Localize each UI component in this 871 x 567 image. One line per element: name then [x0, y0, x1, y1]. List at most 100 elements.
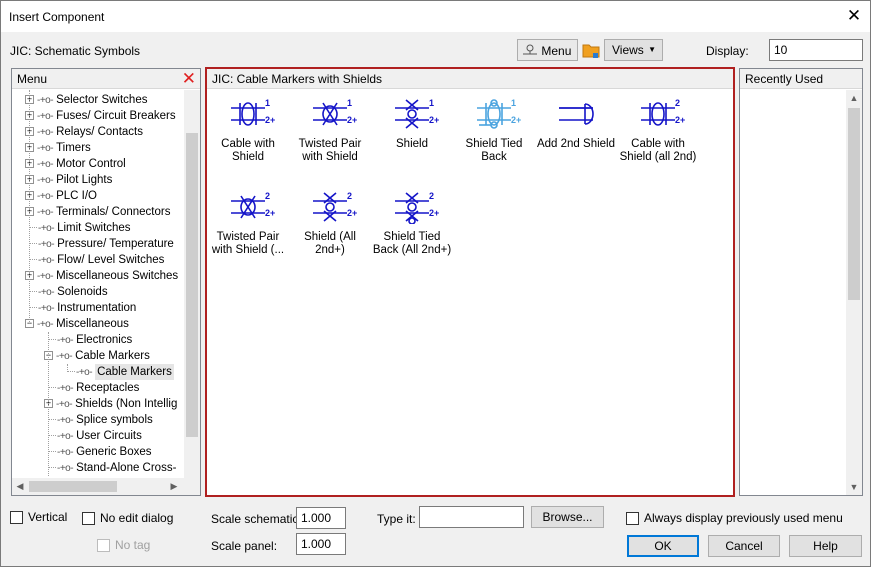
symbol-tile[interactable]: 1 2+ Twisted Pair with Shield	[290, 97, 370, 164]
vertical-checkbox[interactable]: Vertical	[10, 510, 67, 524]
menu-button[interactable]: Menu	[517, 39, 578, 61]
cable-marker-icon: 1 2+	[477, 98, 521, 129]
tree-item[interactable]: − -+o- Miscellaneous	[25, 316, 129, 332]
symbol-node-icon: -+o-	[56, 399, 73, 410]
symbol-node-icon: -+o-	[38, 223, 55, 234]
no-edit-dialog-box[interactable]	[82, 511, 95, 525]
tree-item-label: Timers	[56, 142, 91, 154]
help-button[interactable]: Help	[789, 535, 862, 557]
conductor-number-bottom: 2+	[675, 115, 685, 125]
scroll-left-icon[interactable]: ◀	[12, 481, 28, 492]
browse-button[interactable]: Browse...	[531, 506, 604, 528]
cancel-button[interactable]: Cancel	[708, 535, 780, 557]
scroll-down-icon[interactable]: ▼	[846, 482, 862, 492]
scale-schematic-input[interactable]: 1.000	[296, 507, 346, 529]
recent-vertical-scrollbar[interactable]: ▲ ▼	[846, 90, 862, 495]
symbol-caption: Shield (All 2nd+)	[290, 231, 370, 257]
tree-item[interactable]: -+o- Cable Markers	[67, 364, 174, 380]
symbol-tile[interactable]: 1 2+ Cable with Shield	[208, 97, 288, 164]
tree-item[interactable]: -+o- Stand-Alone Cross-	[48, 460, 176, 476]
tree-item[interactable]: + -+o- Relays/ Contacts	[25, 124, 143, 140]
conductor-number-top: 2	[265, 191, 270, 201]
cable-marker-icon: 2 2+	[641, 98, 685, 126]
tree-item[interactable]: -+o- Splice symbols	[48, 412, 153, 428]
folder-icon[interactable]	[581, 39, 601, 61]
tree-item-label: Shields (Non Intellig	[75, 398, 178, 410]
symbol-caption: Add 2nd Shield	[536, 138, 616, 151]
symbol-node-icon: -+o-	[37, 271, 54, 282]
tree-item-label: Flow/ Level Switches	[57, 254, 165, 266]
symbol-caption-line1: Add 2nd Shield	[536, 138, 615, 150]
symbol-tile[interactable]: 2 2+ Twisted Pair with Shield (...	[208, 190, 288, 257]
tree-item[interactable]: -+o- Instrumentation	[29, 300, 136, 316]
tree-item[interactable]: + -+o- Terminals/ Connectors	[25, 204, 170, 220]
tree-item[interactable]: -+o- User Circuits	[48, 428, 142, 444]
tree-item[interactable]: + -+o- Timers	[25, 140, 91, 156]
vertical-checkbox-box[interactable]	[10, 510, 23, 524]
tree-item[interactable]: + -+o- Fuses/ Circuit Breakers	[25, 108, 176, 124]
menu-button-label: Menu	[541, 43, 572, 58]
symbol-tile[interactable]: 2 2+ Shield Tied Back (All 2nd+)	[372, 190, 452, 257]
symbol-tile[interactable]: 1 2+ Shield	[372, 97, 452, 151]
symbol-tile[interactable]: 2 2+ Cable with Shield (all 2nd)	[618, 97, 698, 164]
tree-item[interactable]: -+o- Solenoids	[29, 284, 108, 300]
tree-item[interactable]: + -+o- PLC I/O	[25, 188, 97, 204]
no-edit-dialog-label: No edit dialog	[100, 511, 174, 525]
scroll-right-icon[interactable]: ▶	[166, 481, 182, 492]
tree-item[interactable]: -+o- Receptacles	[48, 380, 139, 396]
symbol-node-icon: -+o-	[38, 303, 55, 314]
symbol-tile[interactable]: 2 2+ Shield (All 2nd+)	[290, 190, 370, 257]
symbol-node-icon: -+o-	[37, 175, 54, 186]
close-menu-icon[interactable]: ✕	[182, 69, 196, 89]
always-display-label: Always display previously used menu	[644, 511, 843, 525]
cable-marker-icon: 1 2+	[313, 98, 357, 126]
tree-vertical-scrollbar[interactable]	[184, 90, 200, 478]
tree-item[interactable]: -+o- Limit Switches	[29, 220, 131, 236]
symbol-caption-line2: with Shield	[302, 151, 358, 163]
tree-hscroll-thumb[interactable]	[29, 481, 117, 492]
symbol-caption: Cable with Shield (all 2nd)	[618, 138, 698, 164]
type-it-input[interactable]	[419, 506, 524, 528]
scale-panel-input[interactable]: 1.000	[296, 533, 346, 555]
symbol-node-icon: -+o-	[56, 351, 73, 362]
always-display-checkbox[interactable]: Always display previously used menu	[626, 511, 843, 525]
scroll-up-icon[interactable]: ▲	[846, 93, 862, 103]
conductor-number-bottom: 2+	[429, 208, 439, 218]
recent-scroll-thumb[interactable]	[848, 108, 860, 300]
no-edit-dialog-checkbox[interactable]: No edit dialog	[82, 511, 173, 525]
tree-item[interactable]: + -+o- Miscellaneous Switches	[25, 268, 178, 284]
tree-dotline	[48, 467, 56, 469]
tree-horizontal-scrollbar[interactable]: ◀ ▶	[12, 478, 200, 495]
tree-item[interactable]: -+o- Electronics	[48, 332, 132, 348]
symbol-caption-line2: Shield	[232, 151, 264, 163]
tree-item[interactable]: + -+o- Motor Control	[25, 156, 126, 172]
symbol-tile[interactable]: 1 2+ Shield Tied Back	[454, 97, 534, 164]
tree-item[interactable]: -+o- Pressure/ Temperature	[29, 236, 174, 252]
tree-item[interactable]: + -+o- Pilot Lights	[25, 172, 112, 188]
tree-item-label: Instrumentation	[57, 302, 137, 314]
symbol-caption-line1: Cable with	[221, 138, 275, 150]
display-count-input[interactable]: 10	[769, 39, 863, 61]
tree-item[interactable]: + -+o- Selector Switches	[25, 92, 147, 108]
tree-item[interactable]: -+o- Flow/ Level Switches	[29, 252, 164, 268]
menu-symbol-icon	[523, 44, 537, 55]
tree-item-label: Motor Control	[56, 158, 126, 170]
close-icon[interactable]: ✕	[844, 6, 864, 26]
cable-marker-icon: 1 2+	[395, 98, 439, 129]
tree-item[interactable]: -+o- Generic Boxes	[48, 444, 152, 460]
tree-item[interactable]: − -+o- Cable Markers	[44, 348, 150, 364]
views-dropdown[interactable]: Views ▼	[604, 39, 663, 61]
symbol-tile[interactable]: Add 2nd Shield	[536, 97, 616, 151]
symbol-node-icon: -+o-	[57, 447, 74, 458]
ok-button[interactable]: OK	[627, 535, 699, 557]
insert-component-dialog: Insert Component ✕ JIC: Schematic Symbol…	[0, 0, 871, 567]
symbol-node-icon: -+o-	[57, 431, 74, 442]
symbol-node-icon: -+o-	[38, 239, 55, 250]
tree-item-label: PLC I/O	[56, 190, 97, 202]
tree-scroll-thumb[interactable]	[186, 133, 198, 437]
tree-dotline	[48, 419, 56, 421]
type-it-label: Type it:	[377, 512, 416, 526]
always-display-box[interactable]	[626, 511, 639, 525]
conductor-number-top: 1	[429, 98, 434, 108]
tree-item[interactable]: + -+o- Shields (Non Intellig	[44, 396, 177, 412]
